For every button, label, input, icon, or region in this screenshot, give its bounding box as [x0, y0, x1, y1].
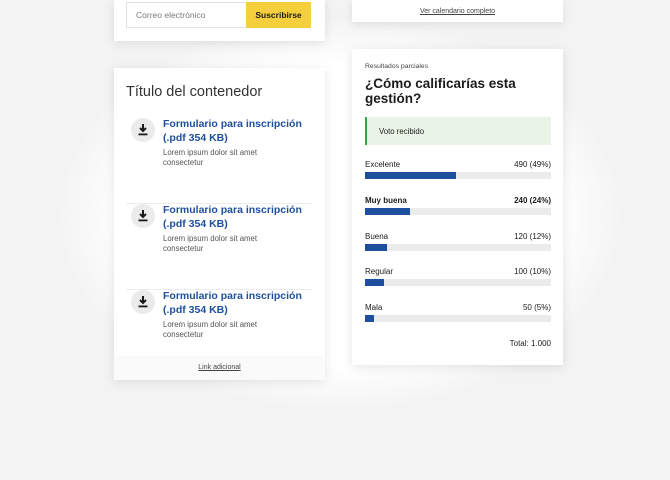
poll-option-label: Buena: [365, 232, 389, 241]
poll-progress-track: [365, 244, 551, 251]
email-input[interactable]: [126, 2, 246, 28]
poll-option-value: 50 (5%): [522, 303, 551, 312]
poll-option-label: Muy buena: [365, 196, 407, 205]
poll-total: Total: 1.000: [509, 339, 551, 348]
download-item: Formulario para inscripción (.pdf 354 KB…: [114, 204, 325, 290]
downloads-container-card: Título del contenedor Formulario para in…: [114, 68, 325, 380]
poll-option: Regular 100 (10%): [365, 267, 551, 297]
poll-question: ¿Cómo calificarías esta gestión?: [365, 76, 516, 106]
download-description: Lorem ipsum dolor sit amet consectetur: [163, 320, 258, 339]
calendar-card: Ver calendario completo: [352, 0, 563, 22]
download-link[interactable]: Formulario para inscripción (.pdf 354 KB…: [163, 204, 313, 231]
poll-progress-track: [365, 208, 551, 215]
poll-option-label: Regular: [365, 267, 394, 276]
subscribe-card: Suscribirse: [114, 0, 325, 41]
poll-option: Mala 50 (5%): [365, 303, 551, 333]
poll-option: Muy buena 240 (24%): [365, 196, 551, 226]
download-icon[interactable]: [131, 118, 155, 142]
poll-option: Buena 120 (12%): [365, 232, 551, 262]
container-title: Título del contenedor: [126, 84, 263, 100]
poll-option-value: 120 (12%): [514, 232, 551, 241]
alert-text: Voto recibido: [379, 127, 425, 136]
poll-option-value: 100 (10%): [514, 267, 551, 276]
poll-results-card: Resultados parciales ¿Cómo calificarías …: [352, 49, 563, 365]
poll-progress-track: [365, 279, 551, 286]
poll-progress-track: [365, 315, 551, 322]
full-calendar-link[interactable]: Ver calendario completo: [352, 8, 563, 15]
poll-progress-fill: [365, 172, 457, 179]
poll-progress-fill: [365, 315, 375, 322]
poll-progress-fill: [365, 279, 384, 286]
download-item: Formulario para inscripción (.pdf 354 KB…: [114, 118, 325, 204]
additional-link[interactable]: Link adicional: [114, 364, 325, 371]
poll-option-label: Mala: [365, 303, 383, 312]
download-link[interactable]: Formulario para inscripción (.pdf 354 KB…: [163, 118, 313, 145]
download-icon[interactable]: [131, 290, 155, 314]
poll-option: Excelente 490 (49%): [365, 160, 551, 190]
poll-progress-fill: [365, 208, 410, 215]
poll-progress-track: [365, 172, 551, 179]
download-description: Lorem ipsum dolor sit amet consectetur: [163, 148, 258, 167]
card-footer: Link adicional: [114, 356, 325, 380]
vote-received-alert: Voto recibido: [365, 117, 551, 145]
download-description: Lorem ipsum dolor sit amet consectetur: [163, 234, 258, 253]
poll-option-value: 490 (49%): [514, 160, 551, 169]
subscribe-button[interactable]: Suscribirse: [246, 2, 311, 28]
poll-progress-fill: [365, 244, 388, 251]
poll-option-label: Excelente: [365, 160, 401, 169]
download-icon[interactable]: [131, 204, 155, 228]
poll-option-value: 240 (24%): [514, 196, 551, 205]
download-link[interactable]: Formulario para inscripción (.pdf 354 KB…: [163, 290, 313, 317]
poll-overline: Resultados parciales: [365, 63, 429, 70]
